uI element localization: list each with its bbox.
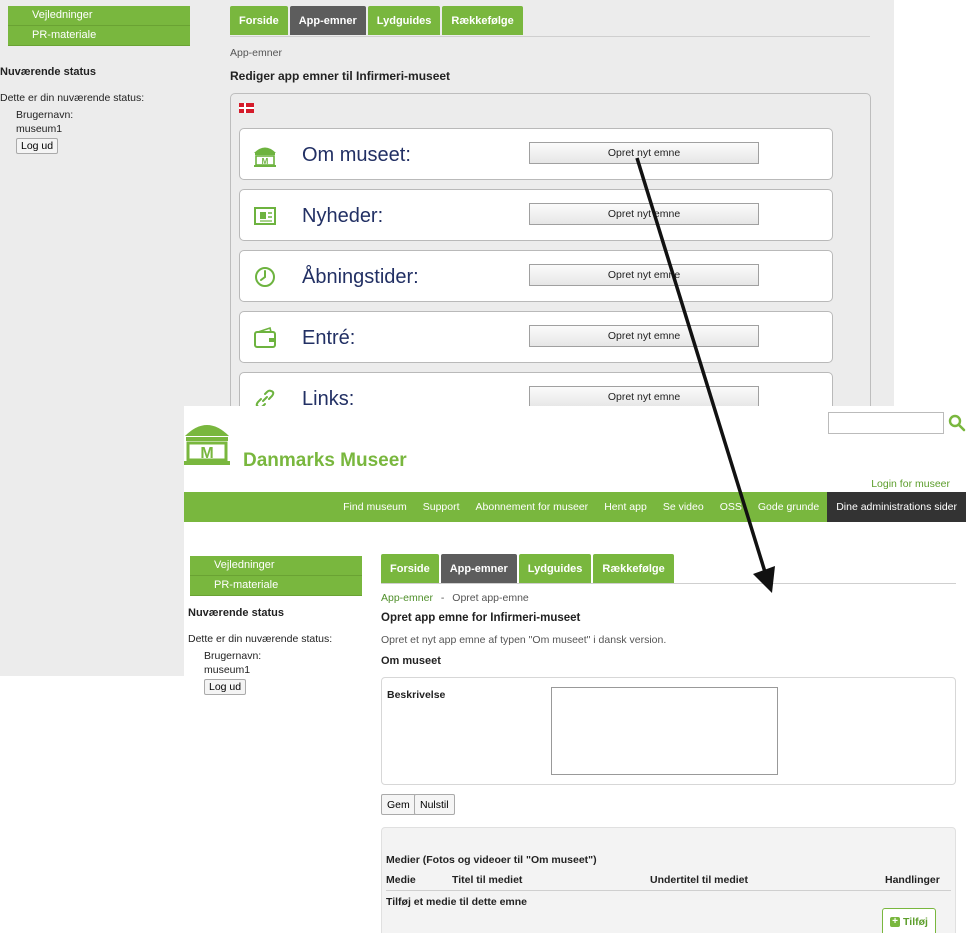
tab-app-topics[interactable]: App-emner (289, 6, 366, 35)
tab-audio-guides[interactable]: Lydguides (518, 554, 592, 583)
username-value: museum1 (16, 123, 63, 135)
add-media-button[interactable]: + Tilføj (882, 908, 936, 933)
page-title: Rediger app emner til Infirmeri-museet (230, 69, 451, 83)
reset-button[interactable]: Nulstil (414, 794, 455, 815)
topic-row-news: Nyheder: Opret nyt emne (239, 189, 833, 241)
sidebar: Vejledninger PR-materiale (8, 6, 190, 46)
column-media-subtitle: Undertitel til mediet (650, 874, 749, 886)
sidebar-item-guides[interactable]: Vejledninger (190, 556, 362, 576)
tab-home[interactable]: Forside (381, 554, 439, 583)
danmarks-museer-logo[interactable]: M (184, 416, 230, 466)
museum-icon: M (254, 147, 276, 167)
create-topic-button-links[interactable]: Opret nyt emne (529, 386, 759, 408)
nav-watch-video[interactable]: Se video (655, 492, 712, 522)
status-heading: Nuværende status (188, 607, 284, 619)
tab-app-topics[interactable]: App-emner (440, 554, 517, 583)
sidebar-item-pr-material[interactable]: PR-materiale (8, 26, 190, 46)
topic-label-opening-hours: Åbningstider: (302, 266, 419, 288)
create-topic-button-opening-hours[interactable]: Opret nyt emne (529, 264, 759, 286)
create-topic-button-admission[interactable]: Opret nyt emne (529, 325, 759, 347)
username-label-text: Brugernavn: (16, 109, 74, 121)
status-heading: Nuværende status (0, 66, 96, 78)
column-media: Medie (386, 874, 416, 886)
create-topic-button-news[interactable]: Opret nyt emne (529, 203, 759, 225)
nav-admin-pages[interactable]: Dine administrations sider (827, 492, 966, 522)
search-icon[interactable] (946, 412, 966, 434)
nav-find-museum[interactable]: Find museum (335, 492, 415, 522)
status-text: Dette er din nuværende status: (188, 633, 333, 645)
nav-subscription[interactable]: Abonnement for museer (468, 492, 597, 522)
svg-text:M: M (262, 157, 269, 166)
svg-text:M: M (200, 445, 213, 462)
tab-audio-guides[interactable]: Lydguides (367, 6, 441, 35)
media-empty-message: Tilføj et medie til dette emne (386, 896, 528, 908)
page-title: Opret app emne for Infirmeri-museet (381, 612, 581, 624)
logout-button[interactable]: Log ud (204, 679, 247, 695)
section-title: Om museet (381, 655, 441, 667)
username-label: Brugernavn: museum1 Log ud (16, 108, 200, 154)
plus-icon: + (890, 917, 901, 927)
tab-order[interactable]: Rækkefølge (442, 6, 523, 35)
tab-bar: Forside App-emner Lydguides Rækkefølge (230, 6, 525, 35)
topic-row-admission: Entré: Opret nyt emne (239, 311, 833, 363)
danish-flag-icon[interactable] (239, 103, 254, 113)
brand-name[interactable]: Danmarks Museer (243, 450, 407, 472)
tab-order[interactable]: Rækkefølge (593, 554, 674, 583)
topics-panel: M Om museet: Opret nyt emne Nyheder: Opr… (230, 93, 871, 453)
username-value: museum1 (204, 664, 251, 676)
topic-row-about: M Om museet: Opret nyt emne (239, 128, 833, 180)
column-media-title: Titel til mediet (452, 874, 523, 886)
media-title: Medier (Fotos og videoer til "Om museet"… (386, 854, 597, 866)
description-textarea[interactable] (551, 687, 778, 775)
breadcrumb: App-emner - Opret app-emne (381, 592, 529, 604)
sidebar-item-guides[interactable]: Vejledninger (8, 6, 190, 26)
newspaper-icon (254, 207, 276, 225)
tab-divider (381, 583, 956, 584)
nav-get-app[interactable]: Hent app (596, 492, 655, 522)
save-button[interactable]: Gem (381, 794, 416, 815)
description-label: Beskrivelse (387, 689, 446, 701)
username-label-text: Brugernavn: (204, 650, 262, 662)
sidebar-item-pr-material[interactable]: PR-materiale (190, 576, 362, 596)
nav-good-reasons[interactable]: Gode grunde (750, 492, 827, 522)
page-subtitle: Opret et nyt app emne af typen "Om musee… (381, 634, 667, 646)
breadcrumb-link-app-topics[interactable]: App-emner (381, 592, 433, 604)
login-link[interactable]: Login for museer (871, 478, 950, 490)
status-text: Dette er din nuværende status: (0, 92, 145, 104)
clock-icon (255, 267, 275, 287)
search-input[interactable] (828, 412, 944, 434)
breadcrumb-current: Opret app-emne (452, 592, 529, 604)
logout-button[interactable]: Log ud (16, 138, 59, 154)
media-panel: Medier (Fotos og videoer til "Om museet"… (381, 827, 956, 933)
nav-support[interactable]: Support (415, 492, 468, 522)
add-media-label: Tilføj (903, 916, 928, 928)
main-navigation: Find museum Support Abonnement for musee… (184, 492, 966, 522)
column-actions: Handlinger (885, 874, 940, 886)
wallet-icon (254, 326, 276, 348)
status-box: Nuværende status Dette er din nuværende … (0, 66, 200, 154)
sidebar: Vejledninger PR-materiale (190, 556, 362, 596)
description-form: Beskrivelse (381, 677, 956, 785)
nav-faq[interactable]: OSS (712, 492, 750, 522)
topic-label-about: Om museet: (302, 144, 411, 166)
username-label: Brugernavn: museum1 Log ud (204, 649, 378, 695)
table-divider (386, 890, 951, 891)
breadcrumb: App-emner (230, 47, 282, 59)
create-topic-button-about[interactable]: Opret nyt emne (529, 142, 759, 164)
screen-create-app-topic: M Danmarks Museer Login for museer Find … (184, 406, 966, 933)
breadcrumb-separator: - (440, 592, 445, 604)
topic-label-admission: Entré: (302, 327, 356, 349)
topic-row-opening-hours: Åbningstider: Opret nyt emne (239, 250, 833, 302)
tab-divider (230, 36, 870, 37)
status-box: Nuværende status Dette er din nuværende … (188, 607, 378, 695)
topic-label-news: Nyheder: (302, 205, 384, 227)
tab-bar: Forside App-emner Lydguides Rækkefølge (381, 554, 676, 583)
tab-home[interactable]: Forside (230, 6, 288, 35)
